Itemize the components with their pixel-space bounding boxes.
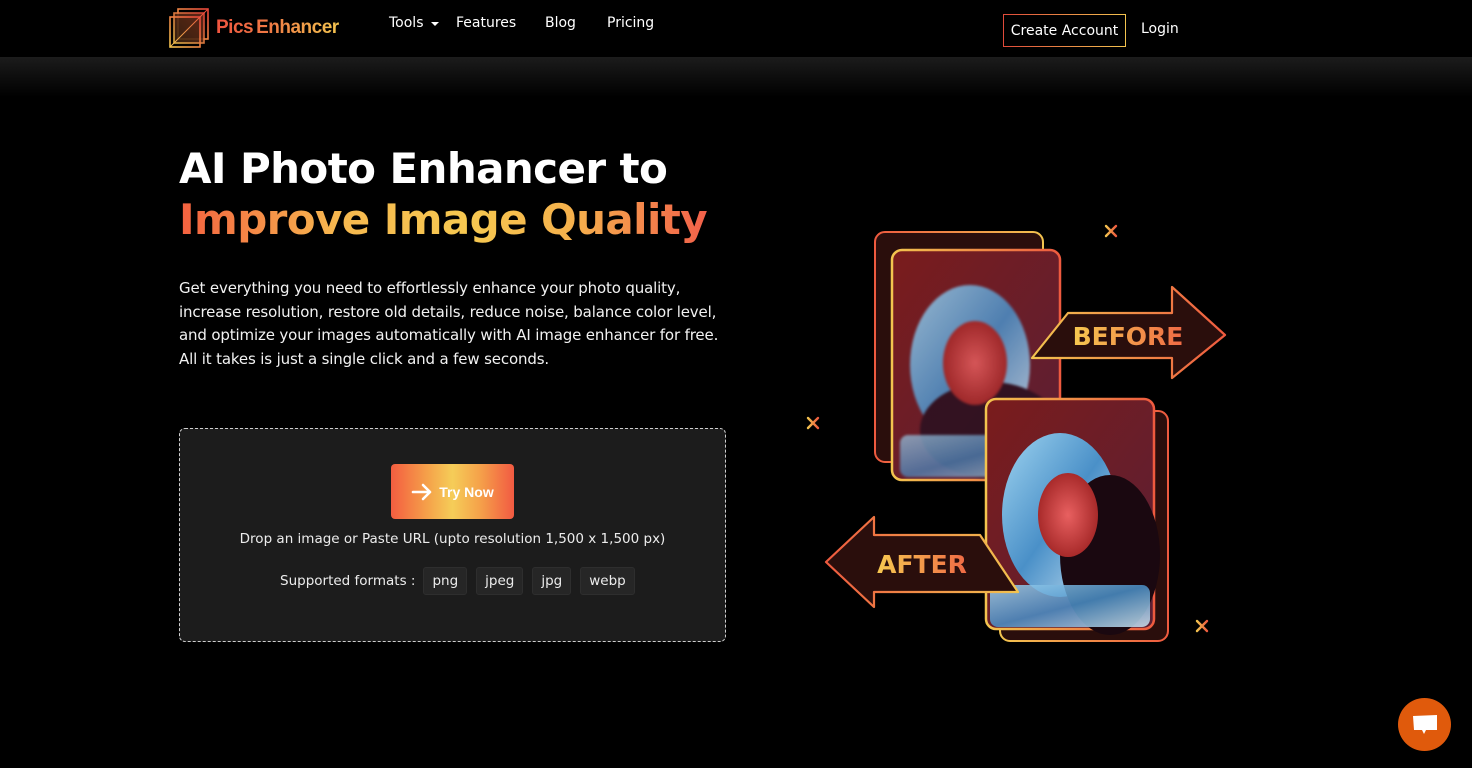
- before-after-illustration: BEFORE AFTER: [800, 215, 1240, 655]
- before-after-graphic: BEFORE AFTER: [806, 224, 1227, 642]
- hero-title-line2: Improve Image Quality: [179, 195, 708, 244]
- nav-blog[interactable]: Blog: [545, 15, 576, 31]
- hero-description: Get everything you need to effortlessly …: [179, 279, 719, 369]
- nav-features[interactable]: Features: [456, 15, 516, 31]
- chat-button[interactable]: [1398, 698, 1451, 751]
- header-shadow: [0, 57, 1472, 97]
- supported-formats: Supported formats : png jpeg jpg webp: [280, 567, 644, 595]
- nav-pricing[interactable]: Pricing: [607, 15, 654, 31]
- format-chip-jpeg: jpeg: [476, 567, 524, 595]
- logo-text: Pics Enhancer: [216, 17, 339, 38]
- hero-title-line1: AI Photo Enhancer to: [179, 144, 668, 193]
- nav-tools[interactable]: Tools: [389, 15, 439, 31]
- formats-label: Supported formats :: [280, 573, 416, 589]
- arrow-right-icon: [411, 483, 432, 500]
- logo[interactable]: Pics Enhancer: [168, 7, 339, 49]
- before-label: BEFORE: [1073, 322, 1184, 351]
- format-chip-jpg: jpg: [532, 567, 572, 595]
- format-chip-png: png: [423, 567, 468, 595]
- caret-down-icon: [430, 21, 439, 26]
- login-link[interactable]: Login: [1141, 21, 1179, 37]
- hero-title: AI Photo Enhancer to Improve Image Quali…: [179, 143, 708, 245]
- chat-bubble-icon: [1412, 714, 1437, 734]
- drop-instructions: Drop an image or Paste URL (upto resolut…: [239, 531, 666, 547]
- layered-squares-logo-icon: [169, 8, 209, 48]
- after-label: AFTER: [877, 550, 967, 579]
- site-header: Pics Enhancer Tools Features Blog Pricing…: [0, 0, 1472, 57]
- upload-dropzone[interactable]: Try Now Drop an image or Paste URL (upto…: [179, 428, 726, 642]
- try-now-button[interactable]: Try Now: [391, 464, 514, 519]
- format-chip-webp: webp: [580, 567, 635, 595]
- create-account-button[interactable]: Create Account: [1003, 14, 1126, 47]
